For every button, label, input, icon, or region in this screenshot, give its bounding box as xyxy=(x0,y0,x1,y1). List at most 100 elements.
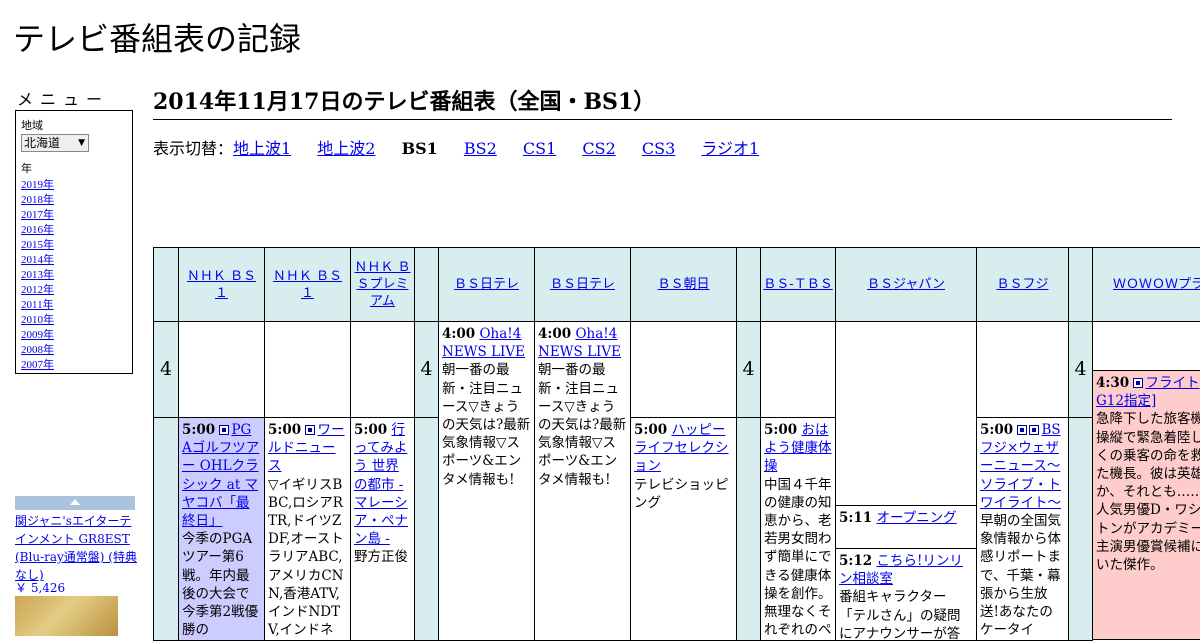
channel-link[interactable]: ＮＨＫ ＢＳプレミアム xyxy=(353,259,412,310)
program-description: 早朝の全国気象情報から体感リポートまで、千葉・幕張から生放送!あなたのケータイで… xyxy=(980,513,1061,639)
display-switch-bar: 表示切替：地上波1 地上波2 BS1 BS2 CS1 CS2 CS3 ラジオ1 xyxy=(153,135,780,159)
program-cell: 5:11 オープニング xyxy=(835,505,977,549)
program-description: テレビショッピング xyxy=(634,476,729,511)
data-broadcast-icon xyxy=(219,425,230,435)
program-time: 5:11 xyxy=(839,510,873,526)
switch-link-terrestrial1[interactable]: 地上波1 xyxy=(233,139,291,158)
year-link[interactable]: 2017年 xyxy=(21,209,54,221)
program-cell: 5:00 PGAゴルフツアー OHLクラシック at マヤコバ「最終日」 今季の… xyxy=(178,417,265,641)
switch-link-terrestrial2[interactable]: 地上波2 xyxy=(317,139,375,158)
site-title: テレビ番組表の記録 xyxy=(13,20,302,58)
chevron-down-icon: ▼ xyxy=(78,138,85,148)
empty-slot xyxy=(350,321,415,418)
hour-cell: 4 xyxy=(736,321,761,418)
hour-cell: 4 xyxy=(153,321,179,418)
channel-header: ＢＳフジ xyxy=(976,247,1069,322)
channel-link[interactable]: ＢＳ-ＴＢＳ xyxy=(763,276,832,293)
channel-link[interactable]: ＮＨＫ ＢＳ１ xyxy=(267,268,348,302)
data-broadcast-icon xyxy=(1017,425,1028,435)
year-link[interactable]: 2016年 xyxy=(21,224,54,236)
ad-price: ￥ 5,426 xyxy=(15,581,66,595)
empty-slot xyxy=(760,321,836,418)
year-list: 2019年 2018年 2017年 2016年 2015年 2014年 2013… xyxy=(21,178,127,373)
year-link[interactable]: 2018年 xyxy=(21,194,54,206)
program-title-link[interactable]: PGAゴルフツアー OHLクラシック at マヤコバ「最終日」 xyxy=(182,422,259,529)
year-link[interactable]: 2008年 xyxy=(21,344,54,356)
program-time: 5:12 xyxy=(839,553,873,569)
channel-link[interactable]: ＮＨＫ ＢＳ１ xyxy=(181,268,262,302)
program-time: 4:00 xyxy=(442,326,476,342)
channel-link[interactable]: ＢＳ日テレ xyxy=(550,276,615,293)
program-description: 朝一番の最新・注目ニュース▽きょうの天気は?最新気象情報▽スポーツ&エンタメ情報… xyxy=(442,362,531,488)
switch-link-cs1[interactable]: CS1 xyxy=(523,139,556,158)
channel-link[interactable]: ＢＳジャパン xyxy=(867,276,945,293)
channel-header: ＮＨＫ ＢＳ１ xyxy=(178,247,265,322)
switch-link-cs3[interactable]: CS3 xyxy=(642,139,675,158)
program-cell: 5:00 BSフジ×ウェザーニュース～ソライブ・トワイライト～ 早朝の全国気象情… xyxy=(976,417,1069,641)
program-time: 5:00 xyxy=(354,422,388,438)
switch-link-bs2[interactable]: BS2 xyxy=(464,139,497,158)
year-link[interactable]: 2015年 xyxy=(21,239,54,251)
hour-header-spacer xyxy=(736,247,761,322)
empty-slot xyxy=(835,321,977,506)
channel-header: ＢＳ朝日 xyxy=(630,247,737,322)
ad-product-image[interactable] xyxy=(15,596,118,636)
year-link[interactable]: 2014年 xyxy=(21,254,54,266)
switch-current-bs1: BS1 xyxy=(401,139,438,158)
program-time: 5:00 xyxy=(980,422,1014,438)
channel-header: ＢＳ-ＴＢＳ xyxy=(760,247,836,322)
program-description: 番組キャラクター「テルさん」の疑問にアナウンサーが答えます xyxy=(839,589,961,641)
program-title-link[interactable]: オープニング xyxy=(876,510,956,526)
year-link[interactable]: 2009年 xyxy=(21,329,54,341)
program-description: ▽イギリスBBC,ロシアRTR,ドイツZDF,オーストラリアABC,アメリカCN… xyxy=(268,476,344,639)
program-description: 急降下した旅客機の操縦で緊急着陸し多くの乗客の命を救った機長。彼は英雄か、それと… xyxy=(1096,411,1200,574)
program-title-link[interactable]: 行ってみよう 世界の都市 - マレーシア・ペナン島 - xyxy=(354,422,408,547)
hour-cell xyxy=(153,417,179,641)
program-time: 5:00 xyxy=(764,422,798,438)
ad-product-title[interactable]: 関ジャニ'sエイターテインメント GR8EST (Blu-ray通常盤) (特典… xyxy=(15,512,137,584)
year-link[interactable]: 2013年 xyxy=(21,269,54,281)
program-cell: 5:00 行ってみよう 世界の都市 - マレーシア・ペナン島 - 野方正俊 xyxy=(350,417,415,641)
channel-link[interactable]: ＢＳ日テレ xyxy=(454,276,519,293)
switch-link-radio1[interactable]: ラジオ1 xyxy=(701,139,759,158)
hour-cell: 4 xyxy=(414,321,439,418)
channel-link[interactable]: ＢＳフジ xyxy=(996,276,1048,293)
menu-heading: メニュー xyxy=(17,90,110,109)
year-link[interactable]: 2011年 xyxy=(21,299,54,311)
data-broadcast-icon xyxy=(305,425,316,435)
hour-cell xyxy=(1068,417,1093,641)
year-link[interactable]: 2007年 xyxy=(21,359,54,371)
caption-icon xyxy=(1029,425,1040,435)
year-link[interactable]: 2019年 xyxy=(21,179,54,191)
channel-link[interactable]: ＢＳ朝日 xyxy=(657,276,709,293)
channel-header: ＢＳ日テレ xyxy=(438,247,535,322)
switch-link-cs2[interactable]: CS2 xyxy=(582,139,615,158)
program-time: 5:00 xyxy=(634,422,668,438)
program-description: 今季のPGAツアー第6戦。年内最後の大会で今季第2戦優勝の xyxy=(182,531,259,639)
menu-box: 地域 北海道 ▼ 年 2019年 2018年 2017年 2016年 2015年… xyxy=(15,110,133,374)
program-cell: 4:00 Oha!4 NEWS LIVE 朝一番の最新・注目ニュース▽きょうの天… xyxy=(534,321,631,641)
hour-cell: 4 xyxy=(1068,321,1093,418)
program-description: 中国４千年の健康の知恵から、老若男女問わず簡単にできる健康体操を創作。無理なくそ… xyxy=(764,476,832,639)
empty-slot xyxy=(1092,321,1200,371)
hour-header-spacer xyxy=(414,247,439,322)
empty-slot xyxy=(264,321,351,418)
channel-header: ＷＯＷＯＷプライム xyxy=(1092,247,1200,322)
program-cell: 4:30 フライト[PG12指定] 急降下した旅客機の操縦で緊急着陸し多くの乗客… xyxy=(1092,370,1200,640)
switch-label: 表示切替： xyxy=(153,139,234,158)
channel-header: ＮＨＫ ＢＳ１ xyxy=(264,247,351,322)
region-select[interactable]: 北海道 ▼ xyxy=(21,134,89,152)
channel-link[interactable]: ＷＯＷＯＷプライム xyxy=(1113,276,1200,293)
year-label: 年 xyxy=(21,163,32,175)
year-link[interactable]: 2012年 xyxy=(21,284,54,296)
program-time: 5:00 xyxy=(268,422,302,438)
ad-collapse-bar[interactable] xyxy=(15,496,135,510)
year-link[interactable]: 2010年 xyxy=(21,314,54,326)
program-description: 朝一番の最新・注目ニュース▽きょうの天気は?最新気象情報▽スポーツ&エンタメ情報… xyxy=(538,362,627,488)
hour-cell xyxy=(736,417,761,641)
program-cell: 5:00 ハッピーライフセレクション テレビショッピング xyxy=(630,417,737,641)
corner-cell xyxy=(153,247,179,322)
program-time: 5:00 xyxy=(182,422,216,438)
channel-header: ＢＳジャパン xyxy=(835,247,977,322)
hour-header-spacer xyxy=(1068,247,1093,322)
